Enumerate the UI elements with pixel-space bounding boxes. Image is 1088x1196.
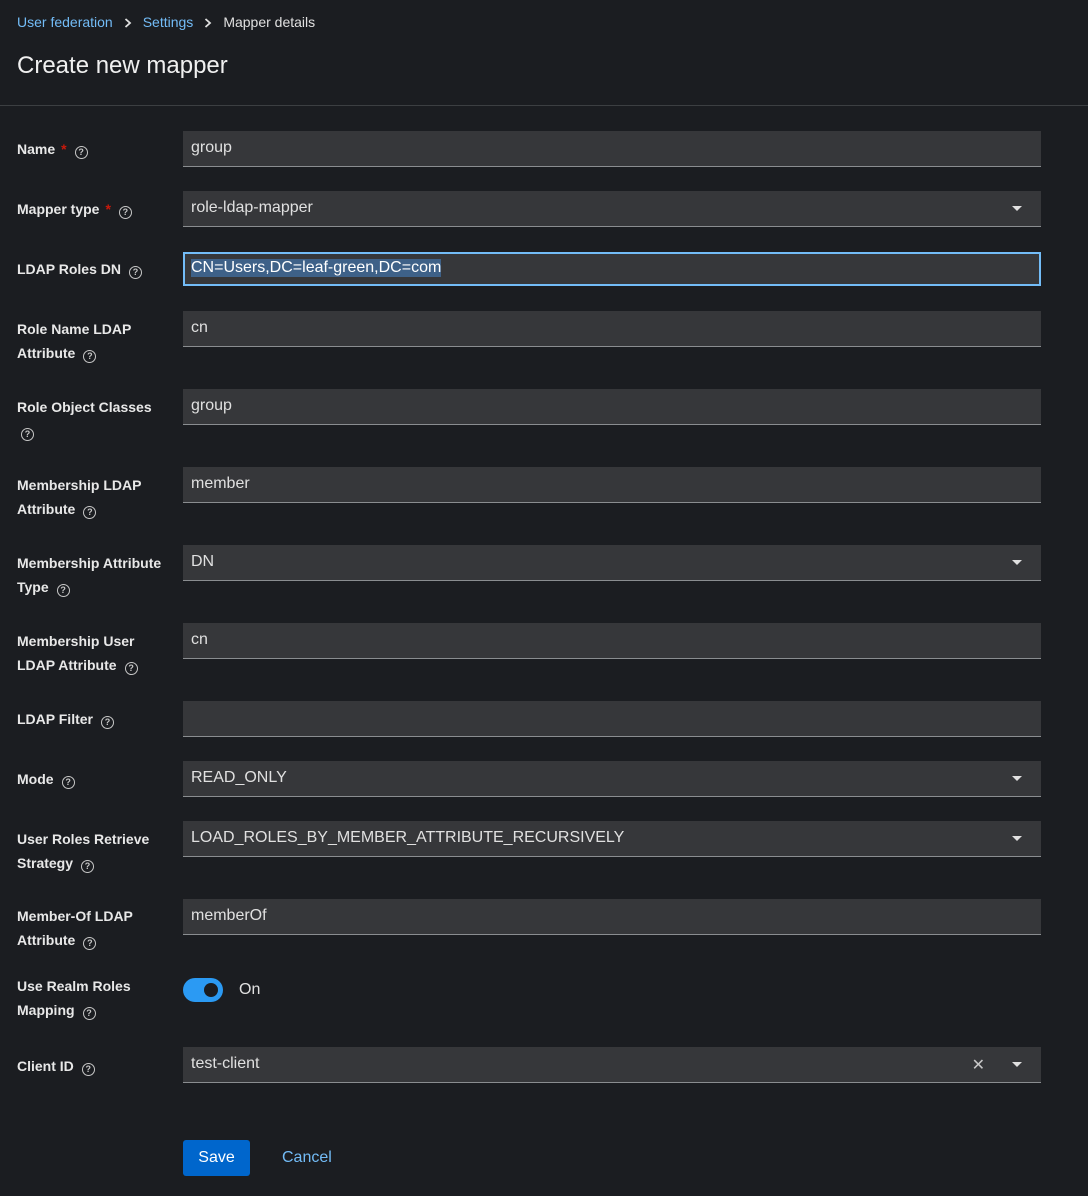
breadcrumb-current: Mapper details [223, 14, 316, 30]
name-label: Name *? [17, 137, 175, 161]
retrieve-strategy-label: User Roles Retrieve Strategy? [17, 831, 150, 873]
caret-down-icon [1012, 206, 1022, 211]
mapper-type-select[interactable]: role-ldap-mapper [183, 191, 1041, 227]
help-icon[interactable]: ? [83, 937, 97, 950]
role-name-attr-input[interactable]: cn [183, 311, 1041, 347]
help-icon[interactable]: ? [81, 1063, 95, 1076]
breadcrumb: User federation Settings Mapper details [17, 14, 315, 30]
member-of-attr-label: Member-Of LDAP Attribute? [17, 908, 133, 950]
breadcrumb-settings[interactable]: Settings [143, 14, 194, 30]
membership-user-attr-label: Membership User LDAP Attribute? [17, 629, 175, 677]
role-object-classes-label: Role Object Classes? [17, 399, 152, 441]
save-button[interactable]: Save [183, 1140, 250, 1176]
caret-down-icon [1012, 560, 1022, 565]
cancel-button[interactable]: Cancel [266, 1140, 348, 1176]
ldap-roles-dn-input[interactable]: CN=Users,DC=leaf-green,DC=com [183, 252, 1041, 286]
caret-down-icon[interactable] [1012, 1062, 1022, 1067]
help-icon[interactable]: ? [124, 662, 138, 675]
toggle-knob [204, 983, 218, 997]
ldap-filter-input[interactable] [183, 701, 1041, 737]
membership-attr-type-label: Membership Attribute Type? [17, 555, 162, 597]
name-input[interactable]: group [183, 131, 1041, 167]
mode-label: Mode? [17, 767, 175, 791]
membership-attr-label: Membership LDAP Attribute? [17, 477, 142, 519]
page-title: Create new mapper [17, 52, 228, 79]
caret-down-icon [1012, 776, 1022, 781]
toggle-state-label: On [239, 981, 261, 998]
help-icon[interactable]: ? [83, 350, 97, 363]
role-object-classes-input[interactable]: group [183, 389, 1041, 425]
mode-select[interactable]: READ_ONLY [183, 761, 1041, 797]
use-realm-roles-label: Use Realm Roles Mapping? [17, 978, 131, 1020]
help-icon[interactable]: ? [81, 860, 95, 873]
caret-down-icon [1012, 836, 1022, 841]
help-icon[interactable]: ? [56, 584, 70, 597]
member-of-attr-input[interactable]: memberOf [183, 899, 1041, 935]
required-mark: * [61, 141, 67, 157]
retrieve-strategy-select[interactable]: LOAD_ROLES_BY_MEMBER_ATTRIBUTE_RECURSIVE… [183, 821, 1041, 857]
client-id-label: Client ID? [17, 1054, 175, 1078]
membership-user-attr-input[interactable]: cn [183, 623, 1041, 659]
help-icon[interactable]: ? [21, 428, 34, 441]
help-icon[interactable]: ? [82, 1007, 96, 1020]
ldap-filter-label: LDAP Filter? [17, 707, 175, 731]
use-realm-roles-toggle[interactable] [183, 978, 223, 1002]
help-icon[interactable]: ? [128, 266, 142, 279]
chevron-right-icon [113, 14, 143, 30]
help-icon[interactable]: ? [74, 146, 88, 159]
role-name-attr-label: Role Name LDAP Attribute? [17, 321, 132, 363]
mapper-type-label: Mapper type *? [17, 197, 175, 221]
help-icon[interactable]: ? [61, 776, 75, 789]
help-icon[interactable]: ? [118, 206, 132, 219]
membership-attr-type-select[interactable]: DN [183, 545, 1041, 581]
membership-attr-input[interactable]: member [183, 467, 1041, 503]
required-mark: * [105, 201, 111, 217]
clear-icon[interactable]: ✕ [972, 1055, 985, 1075]
breadcrumb-user-federation[interactable]: User federation [17, 14, 113, 30]
chevron-right-icon [193, 14, 223, 30]
help-icon[interactable]: ? [83, 506, 97, 519]
page-header: User federation Settings Mapper details … [0, 0, 1088, 106]
ldap-roles-dn-label: LDAP Roles DN? [17, 257, 175, 281]
client-id-typeahead[interactable]: test-client ✕ [183, 1047, 1041, 1083]
help-icon[interactable]: ? [100, 716, 114, 729]
